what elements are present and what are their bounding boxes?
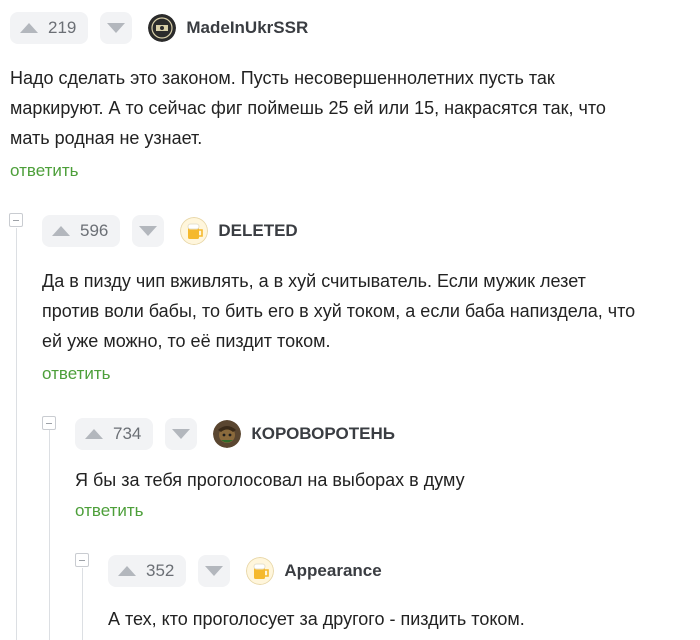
comment-score: 596 xyxy=(80,221,109,240)
comment-header: 734 КОРОВОРОТЕНЬ xyxy=(75,415,690,453)
downvote-button[interactable] xyxy=(198,555,231,587)
stamp-avatar-icon[interactable] xyxy=(148,14,177,42)
username[interactable]: КОРОВОРОТЕНЬ xyxy=(251,424,395,444)
comment-score: 734 xyxy=(113,424,142,443)
thread-line xyxy=(82,568,83,640)
collapse-thread-button[interactable] xyxy=(42,416,56,430)
downvote-button[interactable] xyxy=(165,418,198,450)
reply-link[interactable]: ответить xyxy=(75,501,690,521)
comment-text-line: А тех, кто проголосует за другого - пизд… xyxy=(108,609,525,629)
comment-text-line: мать родная не узнает. xyxy=(10,128,203,148)
comment-header: 352 Appearance xyxy=(108,552,693,590)
downvote-arrow-icon xyxy=(139,226,158,236)
comment-score: 352 xyxy=(146,561,175,580)
collapse-thread-button[interactable] xyxy=(9,213,23,227)
username[interactable]: Appearance xyxy=(284,561,381,581)
reply-link[interactable]: ответить xyxy=(42,364,692,384)
downvote-button[interactable] xyxy=(100,12,133,44)
collapse-thread-button[interactable] xyxy=(75,553,89,567)
character-avatar-icon[interactable] xyxy=(213,420,242,448)
downvote-button[interactable] xyxy=(132,215,165,247)
vote-box: 596 xyxy=(42,215,121,247)
downvote-arrow-icon xyxy=(205,566,224,576)
downvote-arrow-icon xyxy=(107,23,126,33)
comment: 596 DELETED Да в пизду чип вживлять, а в… xyxy=(42,212,692,384)
downvote-arrow-icon xyxy=(172,429,191,439)
comment-score: 219 xyxy=(48,18,77,37)
upvote-arrow-icon[interactable] xyxy=(52,226,70,236)
comment: 219 MadeInUkrSSR Надо сделать это законо… xyxy=(10,9,690,181)
beer-avatar-icon[interactable] xyxy=(180,217,209,245)
upvote-arrow-icon[interactable] xyxy=(85,429,103,439)
vote-box: 219 xyxy=(10,12,89,44)
vote-box: 734 xyxy=(75,418,154,450)
username[interactable]: DELETED xyxy=(218,221,297,241)
comment: 352 Appearance А тех, кто проголосует за… xyxy=(108,552,693,634)
username[interactable]: MadeInUkrSSR xyxy=(186,18,308,38)
thread-line xyxy=(49,430,50,640)
comment-header: 596 DELETED xyxy=(42,212,692,250)
comment-header: 219 MadeInUkrSSR xyxy=(10,9,690,47)
upvote-arrow-icon[interactable] xyxy=(20,23,38,33)
comment: 734 КОРОВОРОТЕНЬ Я бы за тебя проголосов… xyxy=(75,415,690,521)
beer-avatar-icon[interactable] xyxy=(246,557,275,585)
comment-text-line: против воли бабы, то бить его в хуй токо… xyxy=(42,301,636,321)
comment-text-line: Да в пизду чип вживлять, а в хуй считыва… xyxy=(42,271,586,291)
comment-text-line: Я бы за тебя проголосовал на выборах в д… xyxy=(75,470,465,490)
comment-text-line: ей уже можно, то её пиздит током. xyxy=(42,331,331,351)
comment-text-line: Надо сделать это законом. Пусть несоверш… xyxy=(10,68,555,88)
thread-line xyxy=(16,228,17,640)
upvote-arrow-icon[interactable] xyxy=(118,566,136,576)
vote-box: 352 xyxy=(108,555,187,587)
reply-link[interactable]: ответить xyxy=(10,161,690,181)
comment-text-line: маркируют. А то сейчас фиг поймешь 25 ей… xyxy=(10,98,606,118)
